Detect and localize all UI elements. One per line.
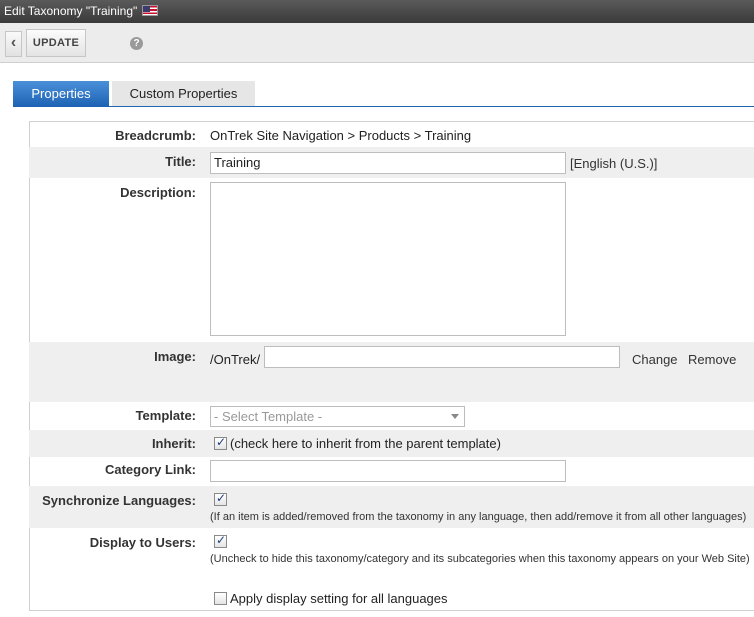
title-label: Title: bbox=[165, 154, 196, 169]
display-checkbox[interactable] bbox=[214, 533, 227, 548]
image-remove-button[interactable]: Remove bbox=[688, 352, 736, 367]
synchronize-label: Synchronize Languages: bbox=[42, 493, 196, 508]
category-link-input[interactable] bbox=[210, 460, 566, 482]
template-select-value: - Select Template - bbox=[214, 409, 323, 424]
synchronize-row: Synchronize Languages: (If an item is ad… bbox=[29, 486, 754, 528]
title-row: Title: Training [English (U.S.)] bbox=[29, 147, 754, 178]
display-label: Display to Users: bbox=[89, 535, 196, 550]
inherit-text: (check here to inherit from the parent t… bbox=[230, 436, 501, 451]
us-flag-icon bbox=[142, 4, 159, 16]
language-tag: [English (U.S.)] bbox=[570, 156, 658, 171]
window-title: Edit Taxonomy "Training" bbox=[4, 4, 138, 18]
inherit-checkbox[interactable] bbox=[214, 435, 227, 450]
template-row: Template: - Select Template - bbox=[29, 402, 754, 430]
description-textarea[interactable] bbox=[210, 182, 566, 336]
image-label: Image: bbox=[154, 349, 196, 364]
template-label: Template: bbox=[135, 408, 196, 423]
breadcrumb-label: Breadcrumb: bbox=[115, 128, 196, 143]
help-icon[interactable]: ? bbox=[130, 37, 143, 50]
toolbar: ‹ UPDATE ? bbox=[0, 23, 754, 63]
description-row: Description: bbox=[29, 178, 754, 342]
inherit-row: Inherit: (check here to inherit from the… bbox=[29, 430, 754, 457]
breadcrumb: OnTrek Site Navigation > Products > Trai… bbox=[210, 128, 472, 143]
apply-all-languages-label: Apply display setting for all languages bbox=[230, 591, 448, 606]
breadcrumb-row: Breadcrumb: OnTrek Site Navigation > Pro… bbox=[29, 122, 754, 147]
image-path-prefix: /OnTrek/ bbox=[210, 352, 261, 367]
tab-divider bbox=[13, 106, 754, 107]
category-link-row: Category Link: bbox=[29, 457, 754, 486]
back-button[interactable]: ‹ bbox=[5, 31, 22, 57]
chevron-left-icon: ‹ bbox=[10, 34, 17, 51]
synchronize-checkbox[interactable] bbox=[214, 491, 227, 506]
chevron-down-icon bbox=[451, 414, 459, 419]
image-change-button[interactable]: Change bbox=[632, 352, 678, 367]
title-input[interactable]: Training bbox=[210, 152, 566, 174]
synchronize-note: (If an item is added/removed from the ta… bbox=[210, 511, 747, 523]
window-title-bar: Edit Taxonomy "Training" bbox=[0, 0, 754, 23]
display-row: Display to Users: (Uncheck to hide this … bbox=[29, 528, 754, 610]
update-button[interactable]: UPDATE bbox=[26, 29, 86, 57]
tab-custom-properties[interactable]: Custom Properties bbox=[112, 81, 255, 106]
tab-properties[interactable]: Properties bbox=[13, 81, 109, 106]
image-input[interactable] bbox=[264, 346, 620, 368]
category-link-label: Category Link: bbox=[104, 462, 196, 477]
description-label: Description: bbox=[120, 185, 196, 200]
template-select[interactable]: - Select Template - bbox=[210, 406, 465, 427]
display-note: (Uncheck to hide this taxonomy/category … bbox=[210, 553, 750, 565]
apply-all-languages-checkbox[interactable] bbox=[214, 592, 227, 605]
inherit-label: Inherit: bbox=[151, 436, 196, 451]
image-row: Image: /OnTrek/ Change Remove bbox=[29, 342, 754, 402]
